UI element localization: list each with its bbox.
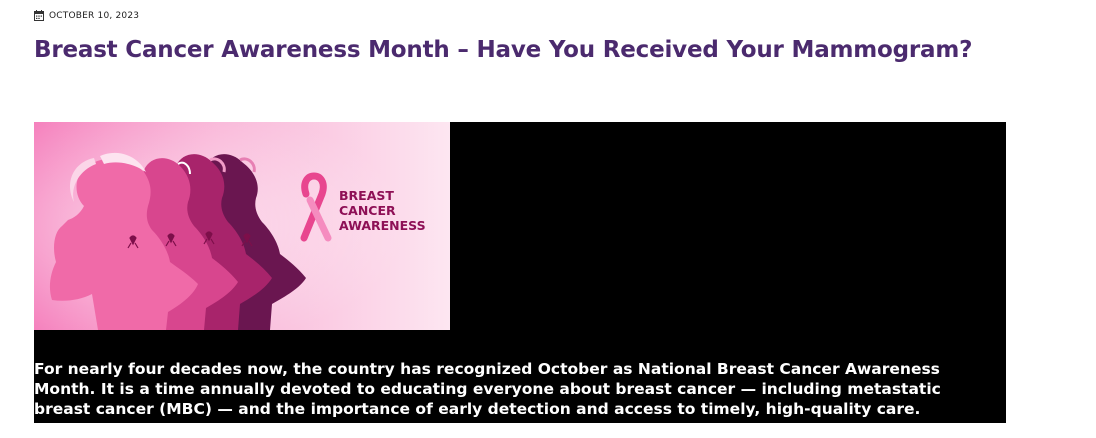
calendar-icon bbox=[34, 10, 44, 21]
hero-text-line3: AWARENESS bbox=[339, 218, 426, 233]
hero-image: BREAST CANCER AWARENESS bbox=[34, 122, 450, 330]
intro-paragraph: For nearly four decades now, the country… bbox=[34, 360, 941, 418]
post-content: BREAST CANCER AWARENESS For nearly four … bbox=[34, 122, 1006, 423]
post-date-text: OCTOBER 10, 2023 bbox=[49, 10, 140, 21]
post-date: OCTOBER 10, 2023 bbox=[34, 10, 139, 21]
hero-text-line2: CANCER bbox=[339, 203, 396, 218]
post-title[interactable]: Breast Cancer Awareness Month – Have You… bbox=[34, 33, 972, 67]
hero-text-line1: BREAST bbox=[339, 188, 394, 203]
